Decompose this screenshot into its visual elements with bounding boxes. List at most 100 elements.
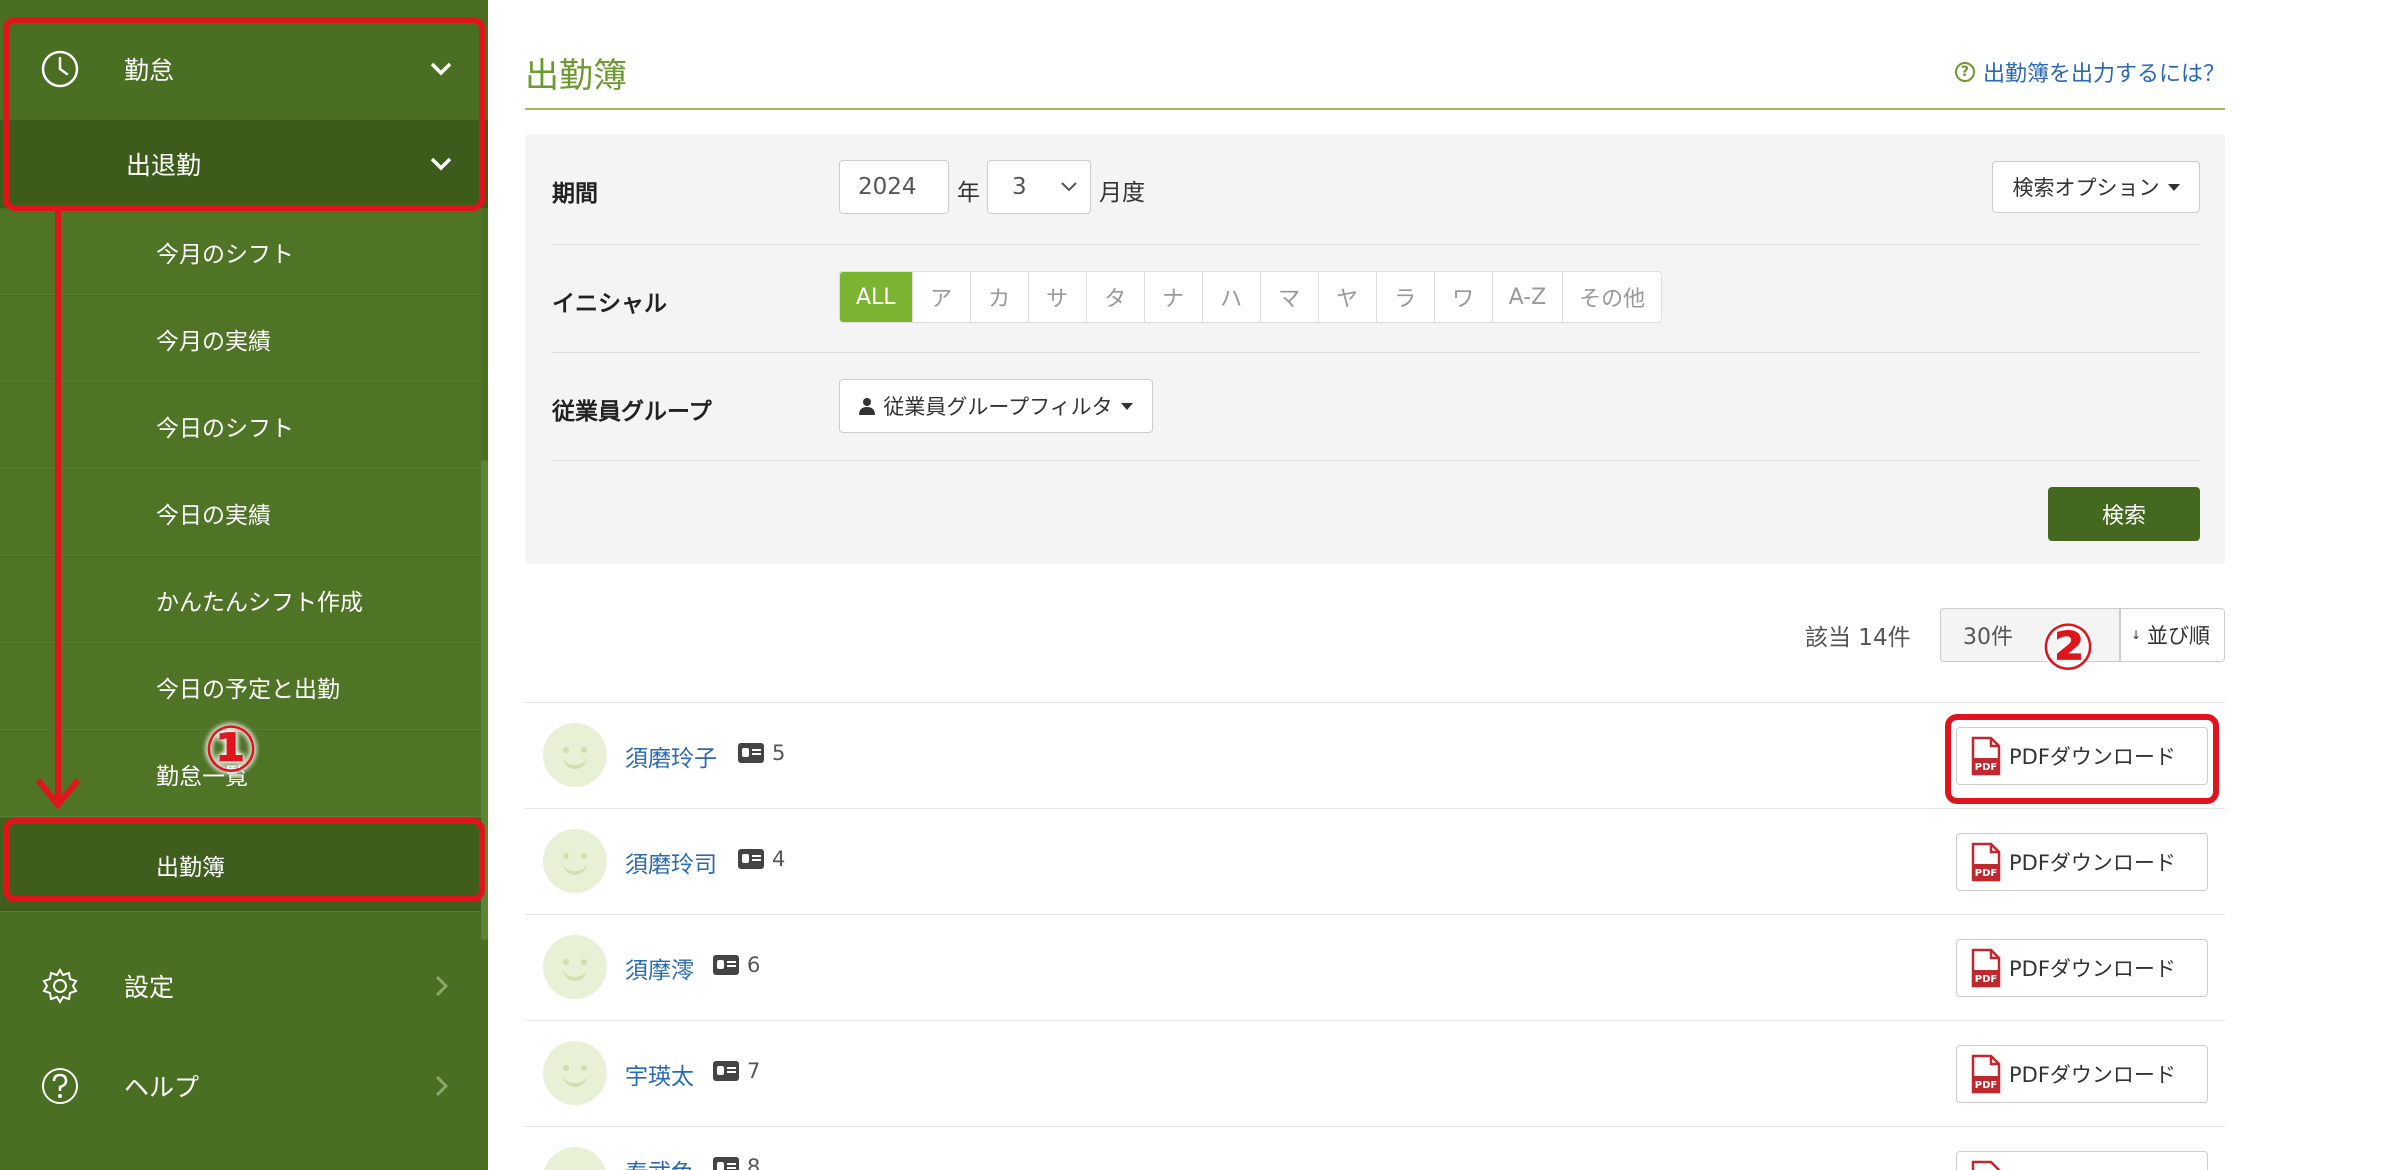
filter-divider [552, 244, 2200, 245]
clock-icon [41, 50, 79, 88]
employee-card-badge: 8 [713, 1155, 760, 1170]
month-select-value: 3 [1012, 174, 1027, 200]
pdf-download-button[interactable]: PDFダウンロード [1956, 1151, 2208, 1170]
search-button[interactable]: 検索 [2048, 487, 2200, 541]
pdf-download-label: PDFダウンロード [2009, 1165, 2176, 1170]
help-link[interactable]: ? 出勤簿を出力するには？ [1954, 56, 2225, 88]
employee-group-filter-label: 従業員グループフィルタ [883, 395, 1113, 419]
sidebar-section-kintai[interactable]: 勤怠 [0, 18, 488, 120]
pdf-download-label: PDFダウンロード [2009, 957, 2176, 981]
chevron-down-icon [430, 157, 452, 171]
chevron-down-icon [1061, 182, 1077, 192]
employee-row: 須磨玲子 5 PDF PDFダウンロード [525, 702, 2225, 808]
pdf-download-label: PDFダウンロード [2009, 851, 2176, 875]
help-link-label: 出勤簿を出力するには？ [1982, 62, 2225, 87]
initial-filter-sa[interactable]: サ [1029, 272, 1087, 322]
sidebar-item-label: 今日の予定と出勤 [156, 676, 340, 703]
result-count: 該当 14件 [1805, 625, 1911, 651]
employee-name-link[interactable]: 須磨玲子 [625, 739, 717, 773]
title-divider [525, 108, 2225, 110]
employee-card-badge: 5 [738, 741, 785, 765]
employee-card-badge: 4 [738, 847, 785, 871]
search-options-button[interactable]: 検索オプション [1992, 161, 2200, 213]
employee-row: 須摩澪 6 PDF PDFダウンロード [525, 914, 2225, 1020]
employee-card-count: 8 [747, 1155, 761, 1170]
sidebar-section-help[interactable]: ヘルプ [0, 1040, 488, 1132]
filter-divider [552, 352, 2200, 353]
initial-filter-all[interactable]: ALL [840, 272, 913, 322]
pdf-file-icon: PDF [1971, 948, 2001, 988]
initial-label: イニシャル [552, 291, 667, 317]
year-suffix: 年 [957, 180, 980, 206]
employee-name-link[interactable]: 宇瑛太 [625, 1057, 694, 1091]
initial-filter-a[interactable]: ア [913, 272, 971, 322]
employee-name-link[interactable]: 須摩澪 [625, 951, 694, 985]
search-options-label: 検索オプション [2012, 176, 2160, 200]
pdf-download-button[interactable]: PDF PDFダウンロード [1956, 833, 2208, 891]
avatar [543, 829, 607, 893]
year-input[interactable]: 2024 [839, 160, 949, 214]
sort-button-label: 並び順 [2147, 624, 2210, 648]
svg-text:PDF: PDF [1975, 762, 1997, 773]
sort-button[interactable]: ↓ 並び順 [2120, 608, 2225, 662]
sidebar-item-shukkinbo[interactable]: 出勤簿 [0, 818, 482, 912]
employee-name-link[interactable]: 須磨玲司 [625, 845, 717, 879]
pdf-download-label: PDFダウンロード [2009, 1063, 2176, 1087]
initial-filter-na[interactable]: ナ [1145, 272, 1203, 322]
sidebar-section-help-label: ヘルプ [124, 1073, 200, 1102]
sidebar-section-shuttai-label: 出退勤 [126, 151, 202, 180]
pdf-download-button[interactable]: PDF PDFダウンロード [1956, 939, 2208, 997]
caret-down-icon [2167, 183, 2180, 191]
sidebar-item-label: 今日の実績 [156, 502, 271, 529]
svg-text:PDF: PDF [1975, 1080, 1997, 1091]
pdf-download-label: PDFダウンロード [2009, 745, 2176, 769]
employee-card-badge: 7 [713, 1059, 760, 1083]
initial-filter-ma[interactable]: マ [1261, 272, 1319, 322]
employee-group-label: 従業員グループ [552, 399, 712, 425]
chevron-right-icon [435, 1075, 449, 1097]
sidebar-section-shuttai[interactable]: 出退勤 [0, 120, 488, 208]
id-card-icon [713, 1061, 739, 1081]
sidebar-item-label: 今月の実績 [156, 328, 271, 355]
initial-filter-other[interactable]: その他 [1563, 272, 1661, 322]
help-icon [42, 1068, 78, 1104]
sidebar-item-label: かんたんシフト作成 [156, 589, 363, 616]
id-card-icon [713, 1157, 739, 1170]
pdf-download-button[interactable]: PDF PDFダウンロード [1956, 727, 2208, 785]
year-input-value: 2024 [858, 174, 917, 200]
sidebar-item-label: 出勤簿 [156, 854, 225, 881]
employee-group-filter-button[interactable]: 従業員グループフィルタ [839, 379, 1153, 433]
pdf-file-icon: PDF [1971, 842, 2001, 882]
sidebar-scrollbar[interactable] [481, 460, 488, 940]
sidebar-item-label: 今月のシフト [156, 241, 294, 268]
month-select[interactable]: 3 [987, 160, 1091, 214]
sidebar-section-kintai-label: 勤怠 [124, 56, 175, 85]
employee-card-count: 7 [747, 1059, 761, 1083]
question-circle-icon: ? [1954, 62, 1975, 82]
id-card-icon [738, 849, 764, 869]
id-card-icon [738, 743, 764, 763]
sidebar-section-settings[interactable]: 設定 [0, 940, 488, 1032]
per-page-value: 30件 [1963, 625, 2013, 650]
initial-filter-wa[interactable]: ワ [1435, 272, 1493, 322]
annotation-marker-2: ② [2041, 611, 2096, 685]
initial-filter-ha[interactable]: ハ [1203, 272, 1261, 322]
employee-row: 須磨玲司 4 PDF PDFダウンロード [525, 808, 2225, 914]
period-label: 期間 [552, 181, 598, 207]
initial-filter-group: ALL ア カ サ タ ナ ハ マ ヤ ラ ワ A-Z その他 [839, 271, 1663, 323]
initial-filter-ka[interactable]: カ [971, 272, 1029, 322]
id-card-icon [713, 955, 739, 975]
employee-card-count: 4 [772, 847, 786, 871]
user-icon [859, 398, 876, 415]
pdf-file-icon [1971, 1160, 2001, 1170]
avatar [543, 1041, 607, 1105]
filter-divider [552, 460, 2200, 461]
pdf-download-button[interactable]: PDF PDFダウンロード [1956, 1045, 2208, 1103]
employee-name-link[interactable]: 泰武色 [625, 1153, 694, 1170]
arrow-down-icon [35, 205, 81, 810]
initial-filter-ya[interactable]: ヤ [1319, 272, 1377, 322]
initial-filter-ra[interactable]: ラ [1377, 272, 1435, 322]
initial-filter-az[interactable]: A-Z [1493, 272, 1564, 322]
chevron-down-icon [430, 62, 452, 76]
initial-filter-ta[interactable]: タ [1087, 272, 1145, 322]
